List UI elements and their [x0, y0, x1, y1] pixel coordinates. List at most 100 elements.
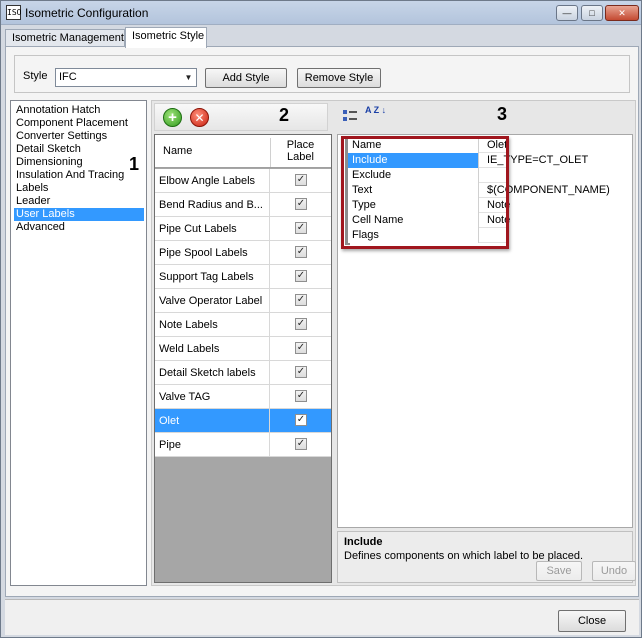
property-name[interactable]: Flags	[348, 228, 479, 243]
table-row[interactable]: Weld Labels ✓	[155, 337, 331, 361]
property-name[interactable]: Text	[348, 183, 479, 198]
alphabetical-sort-icon[interactable]: A Z ↓	[365, 106, 386, 115]
style-combo[interactable]: IFC ▼	[55, 68, 197, 87]
place-label-checkbox[interactable]: ✓	[295, 366, 307, 378]
property-value[interactable]: Note	[484, 213, 634, 228]
property-name[interactable]: Include	[348, 153, 479, 168]
tree-item-annotation-hatch[interactable]: Annotation Hatch	[14, 104, 102, 117]
table-row[interactable]: Pipe ✓	[155, 433, 331, 457]
label-name-cell[interactable]: Weld Labels	[159, 343, 267, 355]
style-label: Style	[23, 70, 48, 82]
property-value-input[interactable]: IE_TYPE=CT_OLET	[484, 153, 634, 168]
tree-item-labels[interactable]: Labels	[14, 182, 50, 195]
style-combo-value: IFC	[59, 71, 77, 83]
chevron-down-icon[interactable]: ▼	[181, 69, 196, 86]
undo-button[interactable]: Undo	[592, 561, 636, 581]
window-title: Isometric Configuration	[25, 6, 149, 20]
tree-item-converter-settings[interactable]: Converter Settings	[14, 130, 109, 143]
column-header-name[interactable]: Name	[163, 145, 192, 157]
label-name-cell[interactable]: Valve TAG	[159, 391, 267, 403]
column-separator	[269, 217, 270, 241]
save-button[interactable]: Save	[536, 561, 582, 581]
table-row[interactable]: Pipe Spool Labels ✓	[155, 241, 331, 265]
property-value[interactable]: $(COMPONENT_NAME)	[484, 183, 634, 198]
close-button[interactable]: Close	[558, 610, 626, 632]
property-row-type[interactable]: Type Note	[348, 198, 510, 213]
style-selector-row: Style IFC ▼ Add Style Remove Style	[14, 55, 630, 93]
place-label-checkbox[interactable]: ✓	[295, 246, 307, 258]
property-name[interactable]: Name	[348, 138, 479, 153]
place-label-checkbox[interactable]: ✓	[295, 390, 307, 402]
column-separator	[269, 241, 270, 265]
label-name-cell[interactable]: Pipe Spool Labels	[159, 247, 267, 259]
labels-toolbar: + ✕ 2	[154, 103, 328, 131]
add-label-icon[interactable]: +	[163, 108, 182, 127]
label-name-cell[interactable]: Note Labels	[159, 319, 267, 331]
tree-item-component-placement[interactable]: Component Placement	[14, 117, 130, 130]
column-header-place-label[interactable]: Place Label	[270, 138, 330, 167]
categorized-view-icon[interactable]	[343, 110, 357, 122]
tree-item-user-labels[interactable]: User Labels	[14, 208, 144, 221]
property-name[interactable]: Cell Name	[348, 213, 479, 228]
place-label-checkbox[interactable]: ✓	[295, 414, 307, 426]
property-row-text[interactable]: Text $(COMPONENT_NAME)	[348, 183, 610, 198]
table-row[interactable]: Pipe Cut Labels ✓	[155, 217, 331, 241]
table-row[interactable]: Elbow Angle Labels ✓	[155, 169, 331, 193]
place-label-checkbox[interactable]: ✓	[295, 174, 307, 186]
table-row[interactable]: Note Labels ✓	[155, 313, 331, 337]
label-name-cell[interactable]: Detail Sketch labels	[159, 367, 267, 379]
place-label-checkbox[interactable]: ✓	[295, 294, 307, 306]
add-style-button[interactable]: Add Style	[205, 68, 287, 88]
table-row[interactable]: Support Tag Labels ✓	[155, 265, 331, 289]
column-separator	[269, 169, 270, 193]
property-row-exclude[interactable]: Exclude	[348, 168, 506, 183]
remove-label-icon[interactable]: ✕	[190, 108, 209, 127]
place-label-checkbox[interactable]: ✓	[295, 318, 307, 330]
table-row-selected[interactable]: Olet ✓	[155, 409, 331, 433]
title-bar[interactable]: ISO Isometric Configuration — □ ✕	[1, 1, 641, 25]
tree-item-advanced[interactable]: Advanced	[14, 221, 67, 234]
property-row-name[interactable]: Name Olet	[348, 138, 507, 153]
maximize-button[interactable]: □	[581, 5, 603, 21]
table-row[interactable]: Valve TAG ✓	[155, 385, 331, 409]
labels-grid[interactable]: Name Place Label Elbow Angle Labels ✓ Be…	[154, 134, 332, 583]
property-value[interactable]	[484, 168, 634, 183]
label-name-cell[interactable]: Pipe Cut Labels	[159, 223, 267, 235]
label-name-cell[interactable]: Pipe	[159, 439, 267, 451]
label-name-cell[interactable]: Bend Radius and B...	[159, 199, 267, 211]
label-name-cell[interactable]: Support Tag Labels	[159, 271, 267, 283]
minimize-button[interactable]: —	[556, 5, 578, 21]
tab-isometric-management[interactable]: Isometric Management	[5, 29, 125, 47]
place-label-checkbox[interactable]: ✓	[295, 198, 307, 210]
remove-style-button[interactable]: Remove Style	[297, 68, 381, 88]
table-row[interactable]: Valve Operator Label ✓	[155, 289, 331, 313]
table-row[interactable]: Bend Radius and B... ✓	[155, 193, 331, 217]
close-window-button[interactable]: ✕	[605, 5, 639, 21]
column-separator	[269, 289, 270, 313]
place-label-checkbox[interactable]: ✓	[295, 438, 307, 450]
tree-item-detail-sketch[interactable]: Detail Sketch	[14, 143, 83, 156]
place-label-checkbox[interactable]: ✓	[295, 342, 307, 354]
property-name[interactable]: Exclude	[348, 168, 479, 183]
property-value[interactable]: Olet	[484, 138, 634, 153]
description-title: Include	[344, 536, 383, 548]
tree-item-dimensioning[interactable]: Dimensioning	[14, 156, 85, 169]
property-value[interactable]: Note	[484, 198, 634, 213]
property-row-include[interactable]: Include IE_TYPE=CT_OLET	[348, 153, 588, 168]
label-name-cell[interactable]: Elbow Angle Labels	[159, 175, 267, 187]
table-row[interactable]: Detail Sketch labels ✓	[155, 361, 331, 385]
tree-item-insulation-and-tracing[interactable]: Insulation And Tracing	[14, 169, 126, 182]
property-name[interactable]: Type	[348, 198, 479, 213]
property-row-flags[interactable]: Flags	[348, 228, 506, 243]
category-tree[interactable]: Annotation Hatch Component Placement Con…	[10, 100, 147, 586]
place-label-checkbox[interactable]: ✓	[295, 270, 307, 282]
label-name-cell[interactable]: Olet	[159, 415, 267, 427]
label-name-cell[interactable]: Valve Operator Label	[159, 295, 267, 307]
property-value[interactable]	[484, 228, 634, 243]
property-grid[interactable]: Name Olet Include IE_TYPE=CT_OLET Exclud…	[337, 134, 633, 528]
place-label-checkbox[interactable]: ✓	[295, 222, 307, 234]
property-row-cell-name[interactable]: Cell Name Note	[348, 213, 510, 228]
tab-isometric-style[interactable]: Isometric Style	[125, 27, 207, 48]
tree-item-leader[interactable]: Leader	[14, 195, 52, 208]
marker-3: 3	[497, 104, 508, 124]
